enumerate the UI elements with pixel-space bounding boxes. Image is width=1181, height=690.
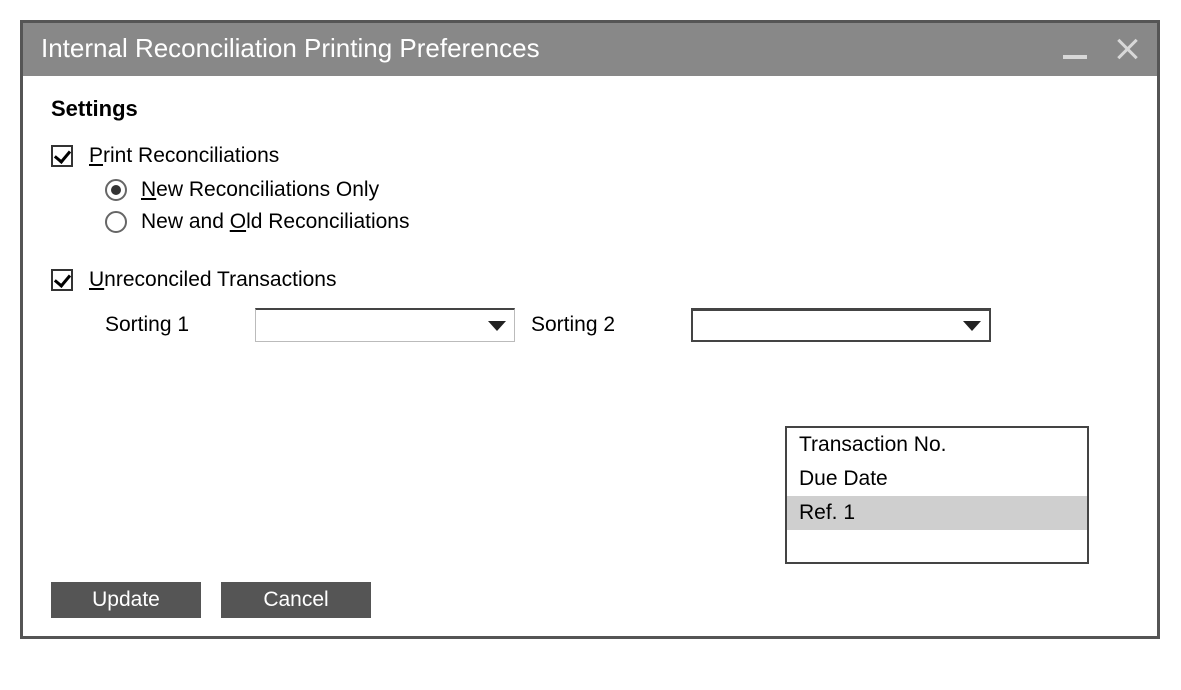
dropdown-item-blank[interactable]: [787, 530, 1087, 562]
label-part: nreconciled Transactions: [104, 268, 336, 291]
label-mnemonic: N: [141, 178, 156, 201]
dropdown-item-ref-1[interactable]: Ref. 1: [787, 496, 1087, 530]
close-icon: [1116, 38, 1138, 60]
minimize-button[interactable]: [1063, 37, 1087, 61]
cancel-button[interactable]: Cancel: [221, 582, 371, 618]
label-mnemonic: O: [230, 210, 246, 233]
unreconciled-checkbox[interactable]: [51, 269, 73, 291]
reconciliation-options: New Reconciliations Only New and Old Rec…: [105, 178, 1129, 234]
sorting2-combo[interactable]: [691, 308, 991, 342]
sorting1-combo[interactable]: [255, 308, 515, 342]
radio-new-and-old-label[interactable]: New and Old Reconciliations: [141, 210, 409, 234]
titlebar-controls: [1063, 37, 1139, 61]
settings-header: Settings: [51, 96, 1129, 122]
unreconciled-row: Unreconciled Transactions: [51, 268, 1129, 292]
dropdown-item-due-date[interactable]: Due Date: [787, 462, 1087, 496]
print-reconciliations-checkbox[interactable]: [51, 145, 73, 167]
window-title: Internal Reconciliation Printing Prefere…: [41, 33, 540, 64]
print-reconciliations-row: Print Reconciliations: [51, 144, 1129, 168]
label-part: New and: [141, 210, 230, 233]
chevron-down-icon: [963, 321, 981, 331]
dropdown-item-transaction-no[interactable]: Transaction No.: [787, 428, 1087, 462]
radio-new-only[interactable]: [105, 179, 127, 201]
radio-new-and-old-row: New and Old Reconciliations: [105, 210, 1129, 234]
update-button[interactable]: Update: [51, 582, 201, 618]
minimize-icon: [1063, 55, 1087, 59]
label-part: ld Reconciliations: [246, 210, 409, 233]
label-part: rint Reconciliations: [103, 144, 279, 167]
sorting1-label: Sorting 1: [105, 313, 215, 337]
radio-new-only-label[interactable]: New Reconciliations Only: [141, 178, 379, 202]
chevron-down-icon: [488, 321, 506, 331]
print-reconciliations-label[interactable]: Print Reconciliations: [89, 144, 279, 168]
titlebar: Internal Reconciliation Printing Prefere…: [23, 23, 1157, 76]
label-mnemonic: P: [89, 144, 103, 167]
radio-new-only-row: New Reconciliations Only: [105, 178, 1129, 202]
dialog-buttons: Update Cancel: [51, 582, 371, 618]
label-mnemonic: U: [89, 268, 104, 291]
sorting-row: Sorting 1 Sorting 2: [105, 308, 1129, 342]
sorting2-dropdown: Transaction No. Due Date Ref. 1: [785, 426, 1089, 564]
unreconciled-label[interactable]: Unreconciled Transactions: [89, 268, 336, 292]
dialog-body: Settings Print Reconciliations New Recon…: [23, 76, 1157, 636]
radio-new-and-old[interactable]: [105, 211, 127, 233]
label-part: ew Reconciliations Only: [156, 178, 379, 201]
close-button[interactable]: [1115, 37, 1139, 61]
sorting2-label: Sorting 2: [531, 313, 651, 337]
dialog-window: Internal Reconciliation Printing Prefere…: [20, 20, 1160, 639]
